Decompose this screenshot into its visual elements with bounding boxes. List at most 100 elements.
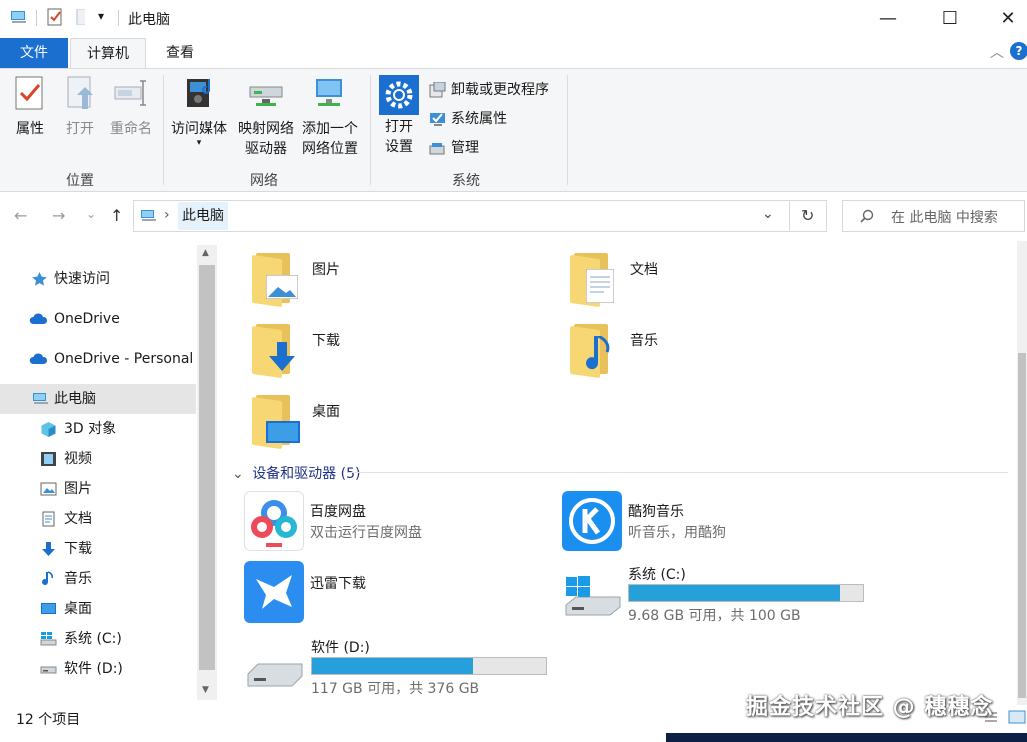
folder-label: 桌面	[312, 404, 340, 420]
open-icon	[67, 76, 93, 109]
recent-locations-button[interactable]: ⌄	[86, 207, 96, 221]
rename-button[interactable]: 重命名	[108, 75, 154, 139]
sidebar-item-desktop[interactable]: 桌面	[0, 594, 196, 624]
large-icons-view-icon[interactable]	[1008, 709, 1026, 725]
search-box[interactable]: 在 此电脑 中搜索	[842, 200, 1025, 232]
minimize-button[interactable]: —	[857, 0, 919, 36]
open-settings-button[interactable]: 打开 设置	[378, 75, 420, 157]
device-subtitle: 双击运行百度网盘	[310, 525, 422, 541]
content-scrollbar[interactable]	[1017, 241, 1027, 705]
folder-label: 文档	[630, 262, 658, 278]
pictures-folder-icon	[252, 253, 300, 308]
help-button[interactable]: ?	[1010, 42, 1027, 60]
sidebar-item-label: 音乐	[64, 571, 92, 587]
search-placeholder: 在 此电脑 中搜索	[891, 210, 998, 226]
sidebar-item-this-pc[interactable]: 此电脑	[0, 384, 196, 414]
customize-quick-access-button[interactable]: ▾	[98, 9, 104, 23]
sidebar-item-software-d[interactable]: 软件 (D:)	[0, 654, 196, 684]
folder-music[interactable]: 音乐	[570, 324, 890, 380]
sidebar-item-label: 快速访问	[54, 271, 110, 287]
breadcrumb-separator[interactable]: ›	[164, 207, 170, 223]
device-subtitle: 117 GB 可用，共 376 GB	[311, 681, 480, 697]
devices-section-label: 设备和驱动器 (5)	[252, 466, 361, 482]
devices-section-header[interactable]: ⌄ 设备和驱动器 (5)	[232, 463, 360, 483]
cloud-icon	[29, 353, 48, 364]
navigation-pane: 快速访问 OneDrive OneDrive - Personal 此电脑 3D…	[0, 241, 217, 705]
refresh-button[interactable]: ↻	[801, 206, 814, 225]
sidebar-item-pictures[interactable]: 图片	[0, 474, 196, 504]
sidebar-item-music[interactable]: 音乐	[0, 564, 196, 594]
folder-label: 图片	[312, 262, 340, 278]
documents-folder-icon	[570, 253, 618, 308]
device-drive-c[interactable]: 系统 (C:) 9.68 GB 可用，共 100 GB	[562, 561, 902, 625]
device-xunlei-download[interactable]: 迅雷下载	[244, 561, 564, 625]
scrollbar-thumb[interactable]	[1018, 353, 1026, 698]
network-drive-icon	[249, 86, 283, 106]
open-button[interactable]: 打开	[62, 75, 98, 139]
search-icon	[860, 209, 874, 223]
breadcrumb-this-pc[interactable]: 此电脑	[178, 202, 228, 230]
sidebar-item-onedrive[interactable]: OneDrive	[0, 304, 196, 334]
sidebar-item-label: 3D 对象	[64, 421, 117, 437]
file-explorer-window: ▾ 此电脑 — ☐ ✕ 文件 计算机 查看 ︿ ? 属性 打开 重命名 位置 访…	[0, 0, 1027, 742]
scroll-up-button[interactable]: ▲	[202, 248, 209, 258]
address-dropdown-button[interactable]: ⌄	[762, 206, 774, 222]
uninstall-program-button[interactable]: 卸载或更改程序	[429, 79, 549, 101]
manage-button[interactable]: 管理	[429, 137, 479, 159]
sidebar-item-label: 软件 (D:)	[64, 661, 123, 677]
cube-icon	[41, 422, 56, 437]
sidebar-scrollbar[interactable]: ▲ ▼	[197, 245, 217, 700]
open-label: 打开	[66, 121, 94, 137]
close-button[interactable]: ✕	[977, 0, 1027, 36]
new-folder-icon[interactable]	[72, 8, 90, 26]
scroll-down-button[interactable]: ▼	[202, 685, 209, 695]
folder-desktop[interactable]: 桌面	[252, 395, 572, 451]
folder-downloads[interactable]: 下载	[252, 324, 572, 380]
device-kugou-music[interactable]: 酷狗音乐 听音乐，用酷狗	[562, 489, 882, 553]
desktop-folder-icon	[252, 395, 300, 450]
folder-pictures[interactable]: 图片	[252, 253, 572, 309]
properties-checklist-icon[interactable]	[46, 8, 64, 26]
address-bar[interactable]: › 此电脑 ⌄ ↻	[133, 200, 827, 232]
sidebar-item-label: OneDrive	[54, 311, 120, 327]
sidebar-item-downloads[interactable]: 下载	[0, 534, 196, 564]
film-icon	[41, 452, 56, 466]
tab-computer[interactable]: 计算机	[70, 38, 146, 68]
collapse-ribbon-button[interactable]: ︿	[990, 42, 1004, 62]
sidebar-item-label: 系统 (C:)	[64, 631, 122, 647]
tab-view[interactable]: 查看	[150, 38, 210, 68]
sidebar-item-quick-access[interactable]: 快速访问	[0, 264, 196, 294]
device-baidu-netdisk[interactable]: 百度网盘 双击运行百度网盘	[244, 489, 564, 553]
device-subtitle: 听音乐，用酷狗	[628, 525, 726, 541]
back-button[interactable]: ←	[14, 206, 27, 225]
add-network-location-button[interactable]: 添加一个 网络位置	[300, 75, 360, 159]
up-button[interactable]: ↑	[110, 206, 123, 225]
scrollbar-thumb[interactable]	[199, 265, 215, 670]
sidebar-item-onedrive-personal[interactable]: OneDrive - Personal	[0, 344, 196, 374]
uninstall-icon	[429, 82, 446, 98]
map-drive-label-line1: 映射网络	[238, 121, 294, 137]
sidebar-item-system-c[interactable]: 系统 (C:)	[0, 624, 196, 654]
sidebar-item-documents[interactable]: 文档	[0, 504, 196, 534]
manage-icon	[429, 143, 445, 155]
sidebar-item-3d-objects[interactable]: 3D 对象	[0, 414, 196, 444]
title-divider	[118, 10, 119, 26]
forward-button[interactable]: →	[52, 206, 65, 225]
properties-button[interactable]: 属性	[12, 75, 48, 139]
manage-label: 管理	[451, 140, 479, 156]
map-network-drive-button[interactable]: 映射网络 驱动器	[236, 75, 296, 159]
windows-drive-icon	[565, 576, 621, 616]
desktop-strip	[666, 733, 1027, 742]
system-properties-button[interactable]: 系统属性	[429, 108, 507, 130]
sidebar-item-label: 下载	[64, 541, 92, 557]
sidebar-item-videos[interactable]: 视频	[0, 444, 196, 474]
device-drive-d[interactable]: 软件 (D:) 117 GB 可用，共 376 GB	[244, 634, 584, 698]
maximize-button[interactable]: ☐	[919, 0, 981, 36]
network-location-icon	[316, 79, 342, 106]
xunlei-bird-icon	[244, 561, 304, 623]
access-media-button[interactable]: 访问媒体 ▾	[168, 75, 230, 148]
device-name: 迅雷下载	[310, 576, 366, 592]
windows-drive-icon	[40, 632, 57, 646]
folder-documents[interactable]: 文档	[570, 253, 890, 309]
tab-file[interactable]: 文件	[0, 38, 68, 68]
